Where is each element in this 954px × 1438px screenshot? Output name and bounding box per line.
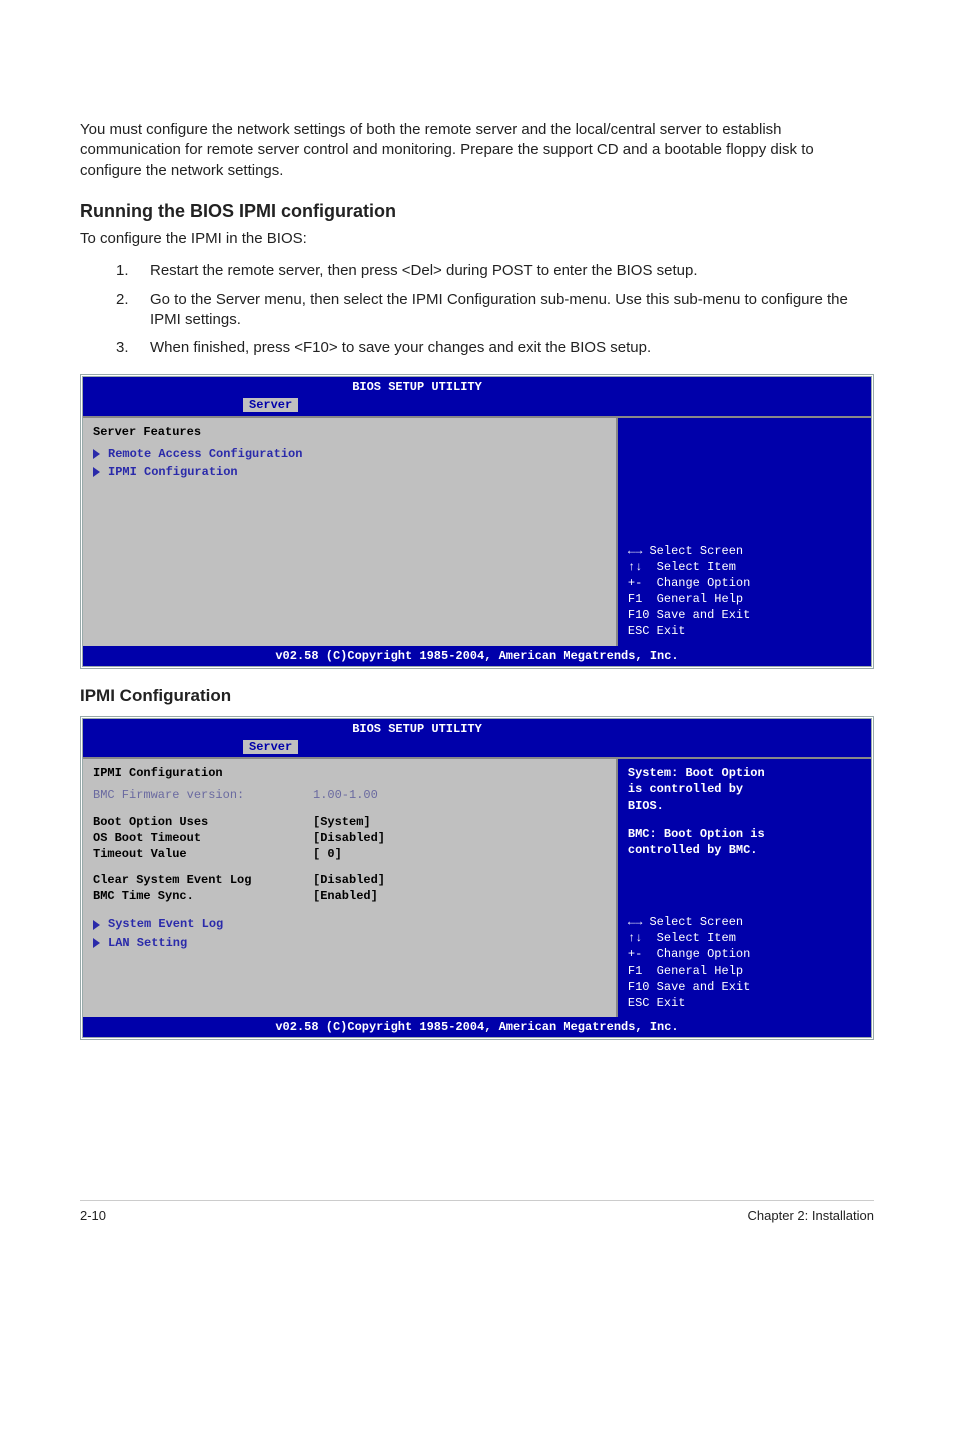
bios-right-pane: ←→ Select Screen ↑↓ Select Item +- Chang… — [618, 418, 871, 646]
context-line: is controlled by — [628, 781, 861, 797]
bios-title-text: BIOS SETUP UTILITY — [352, 721, 482, 737]
step-item: 1. Restart the remote server, then press… — [116, 261, 874, 281]
context-line: controlled by BMC. — [628, 842, 861, 858]
step-number: 1. — [116, 261, 150, 281]
option-label: OS Boot Timeout — [93, 830, 313, 846]
help-line: ↑↓ Select Item — [628, 930, 861, 946]
triangle-icon — [93, 449, 100, 459]
firmware-value: 1.00-1.00 — [313, 787, 378, 803]
bios-tab-server[interactable]: Server — [243, 398, 298, 412]
bios-left-pane: IPMI Configuration BMC Firmware version:… — [83, 759, 618, 1017]
firmware-label: BMC Firmware version: — [93, 787, 313, 803]
bios-footer: v02.58 (C)Copyright 1985-2004, American … — [83, 1017, 871, 1037]
context-line: BIOS. — [628, 798, 861, 814]
step-text: Go to the Server menu, then select the I… — [150, 290, 874, 331]
option-timeout-value[interactable]: Timeout Value [ 0] — [93, 846, 606, 862]
step-number: 2. — [116, 290, 150, 331]
option-label: Clear System Event Log — [93, 872, 313, 888]
option-value: [System] — [313, 814, 371, 830]
help-line: F10 Save and Exit — [628, 979, 861, 995]
bios-screenshot-server-features: BIOS SETUP UTILITY Server Server Feature… — [80, 374, 874, 669]
option-value: [ 0] — [313, 846, 342, 862]
step-item: 3. When finished, press <F10> to save yo… — [116, 338, 874, 358]
triangle-icon — [93, 920, 100, 930]
option-os-boot-timeout[interactable]: OS Boot Timeout [Disabled] — [93, 830, 606, 846]
bios-section-header: Server Features — [93, 424, 606, 440]
step-text: Restart the remote server, then press <D… — [150, 261, 698, 281]
bios-section-header: IPMI Configuration — [93, 765, 606, 781]
bios-right-pane: System: Boot Option is controlled by BIO… — [618, 759, 871, 1017]
section-heading: Running the BIOS IPMI configuration — [80, 199, 874, 223]
bios-left-pane: Server Features Remote Access Configurat… — [83, 418, 618, 646]
help-line: F10 Save and Exit — [628, 607, 861, 623]
chapter-label: Chapter 2: Installation — [748, 1207, 874, 1225]
step-text: When finished, press <F10> to save your … — [150, 338, 651, 358]
help-line: F1 General Help — [628, 591, 861, 607]
bios-title-bar: BIOS SETUP UTILITY — [83, 719, 871, 739]
bios-key-help: ←→ Select Screen ↑↓ Select Item +- Chang… — [628, 914, 861, 1011]
help-line: ←→ Select Screen — [628, 914, 861, 930]
firmware-version-row: BMC Firmware version: 1.00-1.00 — [93, 787, 606, 803]
steps-list: 1. Restart the remote server, then press… — [116, 261, 874, 358]
bios-title-bar: BIOS SETUP UTILITY — [83, 377, 871, 397]
ipmi-config-heading: IPMI Configuration — [80, 685, 874, 708]
option-value: [Enabled] — [313, 888, 378, 904]
step-item: 2. Go to the Server menu, then select th… — [116, 290, 874, 331]
page-footer: 2-10 Chapter 2: Installation — [80, 1207, 874, 1225]
option-label: Boot Option Uses — [93, 814, 313, 830]
help-line: +- Change Option — [628, 946, 861, 962]
option-boot-option-uses[interactable]: Boot Option Uses [System] — [93, 814, 606, 830]
intro-paragraph: You must configure the network settings … — [80, 120, 874, 181]
menu-item-ipmi-config[interactable]: IPMI Configuration — [93, 464, 606, 480]
option-clear-sel[interactable]: Clear System Event Log [Disabled] — [93, 872, 606, 888]
help-line: ←→ Select Screen — [628, 543, 861, 559]
help-line: ↑↓ Select Item — [628, 559, 861, 575]
help-line: F1 General Help — [628, 963, 861, 979]
bios-key-help: ←→ Select Screen ↑↓ Select Item +- Chang… — [628, 543, 861, 640]
context-line: System: Boot Option — [628, 765, 861, 781]
page-number: 2-10 — [80, 1207, 106, 1225]
option-label: BMC Time Sync. — [93, 888, 313, 904]
step-number: 3. — [116, 338, 150, 358]
context-help: System: Boot Option is controlled by BIO… — [628, 765, 861, 858]
submenu-lan-setting[interactable]: LAN Setting — [93, 935, 606, 951]
help-line: ESC Exit — [628, 995, 861, 1011]
submenu-system-event-log[interactable]: System Event Log — [93, 916, 606, 932]
lead-text: To configure the IPMI in the BIOS: — [80, 229, 874, 249]
help-line: ESC Exit — [628, 623, 861, 639]
bios-tab-server[interactable]: Server — [243, 740, 298, 754]
footer-divider — [80, 1200, 874, 1201]
bios-screenshot-ipmi-config: BIOS SETUP UTILITY Server IPMI Configura… — [80, 716, 874, 1041]
menu-item-label: Remote Access Configuration — [108, 446, 302, 462]
bios-title-text: BIOS SETUP UTILITY — [352, 379, 482, 395]
bios-footer: v02.58 (C)Copyright 1985-2004, American … — [83, 646, 871, 666]
context-line — [628, 814, 861, 826]
option-value: [Disabled] — [313, 830, 385, 846]
help-line: +- Change Option — [628, 575, 861, 591]
option-bmc-time-sync[interactable]: BMC Time Sync. [Enabled] — [93, 888, 606, 904]
menu-item-label: LAN Setting — [108, 935, 187, 951]
option-label: Timeout Value — [93, 846, 313, 862]
triangle-icon — [93, 938, 100, 948]
menu-item-label: IPMI Configuration — [108, 464, 238, 480]
triangle-icon — [93, 467, 100, 477]
menu-item-label: System Event Log — [108, 916, 223, 932]
option-value: [Disabled] — [313, 872, 385, 888]
context-line: BMC: Boot Option is — [628, 826, 861, 842]
menu-item-remote-access[interactable]: Remote Access Configuration — [93, 446, 606, 462]
